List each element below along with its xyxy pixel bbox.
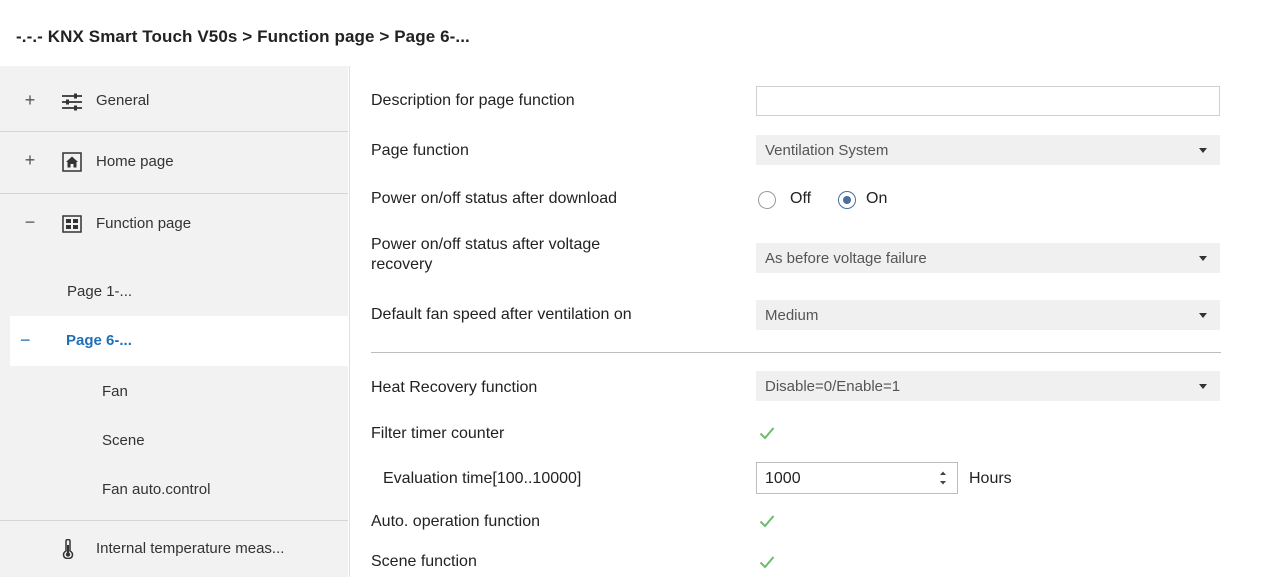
heat-recovery-label: Heat Recovery function (371, 379, 538, 396)
auto-operation-label: Auto. operation function (371, 513, 541, 530)
filter-timer-checkbox[interactable] (758, 424, 776, 442)
sidebar-item-fan-auto-control[interactable]: Fan auto.control (0, 466, 348, 516)
sidebar-item-page-1[interactable]: Page 1-... (0, 266, 348, 316)
sidebar-divider (349, 66, 350, 577)
thermometer-icon (56, 539, 80, 559)
evaluation-time-input[interactable]: 1000 (756, 462, 958, 494)
sidebar-item-label: Page 1-... (67, 283, 133, 300)
grid-icon (60, 214, 84, 234)
default-fan-speed-dropdown[interactable]: Medium (756, 300, 1220, 330)
window-title: -.-.- KNX Smart Touch V50s > Function pa… (16, 27, 470, 46)
collapse-icon[interactable]: − (20, 330, 31, 351)
section-divider (371, 352, 1221, 353)
expand-icon[interactable]: + (22, 150, 38, 171)
dropdown-value: As before voltage failure (765, 250, 927, 267)
dropdown-value: Disable=0/Enable=1 (765, 378, 901, 395)
sidebar-item-general[interactable]: + General (0, 70, 348, 130)
home-icon (60, 152, 84, 172)
auto-operation-checkbox[interactable] (758, 512, 776, 530)
sidebar-item-label: General (96, 92, 150, 109)
heat-recovery-dropdown[interactable]: Disable=0/Enable=1 (756, 371, 1220, 401)
title-bar: -.-.- KNX Smart Touch V50s > Function pa… (0, 0, 1283, 66)
filter-timer-label: Filter timer counter (371, 425, 505, 442)
radio-off-label: Off (790, 190, 812, 207)
chevron-down-icon (1199, 256, 1207, 261)
dropdown-value: Ventilation System (765, 142, 889, 159)
spin-arrows-icon[interactable] (939, 469, 947, 487)
sidebar-item-scene[interactable]: Scene (0, 416, 348, 466)
sidebar-item-label: Fan auto.control (102, 481, 211, 498)
sliders-icon (60, 92, 84, 112)
description-input[interactable] (756, 86, 1220, 116)
page-function-dropdown[interactable]: Ventilation System (756, 135, 1220, 165)
sidebar-item-internal-temperature[interactable]: Internal temperature meas... (0, 521, 348, 577)
chevron-down-icon (1199, 148, 1207, 153)
sidebar-item-label: Page 6-... (66, 332, 132, 349)
power-after-voltage-label-2: recovery (371, 256, 433, 273)
collapse-icon[interactable]: − (22, 212, 38, 233)
radio-on-label: On (866, 190, 888, 207)
sidebar-item-label: Home page (96, 153, 174, 170)
spin-value: 1000 (765, 470, 801, 487)
evaluation-time-unit: Hours (969, 470, 1012, 487)
expand-icon[interactable]: + (22, 90, 38, 111)
sidebar-item-label: Scene (102, 432, 145, 449)
power-after-download-label: Power on/off status after download (371, 190, 618, 207)
power-after-voltage-dropdown[interactable]: As before voltage failure (756, 243, 1220, 273)
radio-on[interactable] (838, 191, 856, 209)
sidebar-item-page-6[interactable]: − Page 6-... (10, 316, 348, 366)
scene-function-label: Scene function (371, 553, 477, 570)
chevron-down-icon (1199, 384, 1207, 389)
dropdown-value: Medium (765, 307, 819, 324)
page-function-label: Page function (371, 142, 469, 159)
sidebar-item-home-page[interactable]: + Home page (0, 132, 348, 192)
sidebar-item-function-page[interactable]: − Function page (0, 194, 348, 254)
scene-function-checkbox[interactable] (758, 553, 776, 571)
sidebar-item-label: Internal temperature meas... (96, 540, 285, 557)
sidebar-item-label: Function page (96, 215, 192, 232)
radio-off[interactable] (758, 191, 776, 209)
default-fan-speed-label: Default fan speed after ventilation on (371, 306, 632, 323)
evaluation-time-label: Evaluation time[100..10000] (383, 470, 582, 487)
sidebar-item-fan[interactable]: Fan (0, 366, 348, 416)
power-after-voltage-label: Power on/off status after voltage (371, 236, 601, 253)
description-label: Description for page function (371, 92, 575, 109)
sidebar-item-label: Fan (102, 383, 128, 400)
chevron-down-icon (1199, 313, 1207, 318)
